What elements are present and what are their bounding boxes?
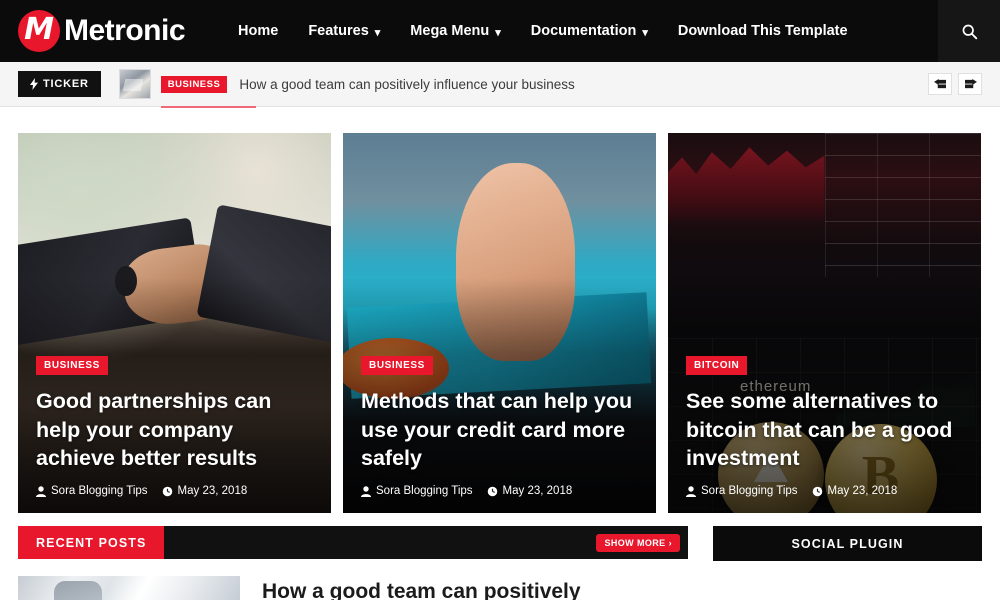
clock-icon <box>162 486 172 496</box>
show-more-label: SHOW MORE <box>604 537 666 548</box>
clock-icon <box>812 486 822 496</box>
lightning-bolt-icon <box>30 78 38 90</box>
featured-card-1[interactable]: BUSINESS Good partnerships can help your… <box>18 133 331 513</box>
post-date: May 23, 2018 <box>827 485 898 497</box>
ticker-prev-button[interactable] <box>928 73 952 95</box>
nav-item-label: Documentation <box>530 23 637 39</box>
chevron-right-icon: › <box>668 537 672 548</box>
featured-card-body: BITCOIN See some alternatives to bitcoin… <box>668 355 981 513</box>
ticker-thumbnail <box>118 69 151 99</box>
chevron-down-icon: ▾ <box>495 26 501 39</box>
social-plugin-widget-header: SOCIAL PLUGIN <box>713 526 982 561</box>
logo-text: Metronic <box>64 14 186 47</box>
main-navigation: Home Features ▾ Mega Menu ▾ Documentatio… <box>223 0 863 62</box>
logo-mark-icon: M <box>18 10 60 52</box>
featured-card-3[interactable]: ethereum BITCOIN See some alternatives t… <box>668 133 981 513</box>
main-column: RECENT POSTS SHOW MORE › How a good team… <box>18 526 688 600</box>
author-name: Sora Blogging Tips <box>376 485 473 497</box>
section-title: RECENT POSTS <box>18 526 165 559</box>
author-name: Sora Blogging Tips <box>51 485 148 497</box>
ticker-navigation <box>928 73 982 95</box>
post-meta: Sora Blogging Tips May 23, 2018 <box>361 485 638 497</box>
chevron-down-icon: ▾ <box>374 26 381 39</box>
nav-item-download-this-template[interactable]: Download This Template <box>663 0 863 62</box>
ticker-headline[interactable]: How a good team can positively influence… <box>239 77 574 92</box>
date-meta: May 23, 2018 <box>162 485 248 497</box>
recent-post-item[interactable]: How a good team can positively <box>18 559 688 600</box>
site-header: M Metronic Home Features ▾ Mega Menu ▾ D… <box>0 0 1000 62</box>
featured-card-body: BUSINESS Methods that can help you use y… <box>343 355 656 513</box>
author-meta: Sora Blogging Tips <box>36 485 148 497</box>
ticker-category-badge[interactable]: BUSINESS <box>160 75 228 93</box>
category-badge[interactable]: BITCOIN <box>686 356 748 376</box>
featured-title[interactable]: Good partnerships can help your company … <box>36 387 313 473</box>
date-meta: May 23, 2018 <box>812 485 898 497</box>
prev-arrow-icon <box>933 78 946 88</box>
logo-mark-letter: M <box>24 12 54 47</box>
author-meta: Sora Blogging Tips <box>686 485 798 497</box>
chevron-down-icon: ▾ <box>642 26 648 39</box>
next-arrow-icon <box>964 78 977 88</box>
featured-title[interactable]: Methods that can help you use your credi… <box>361 387 638 473</box>
nav-item-features[interactable]: Features ▾ <box>293 0 395 62</box>
user-icon <box>361 485 371 497</box>
nav-item-label: Download This Template <box>677 23 848 39</box>
recent-post-title[interactable]: How a good team can positively <box>262 576 581 600</box>
featured-card-2[interactable]: BUSINESS Methods that can help you use y… <box>343 133 656 513</box>
clock-icon <box>487 486 497 496</box>
author-name: Sora Blogging Tips <box>701 485 798 497</box>
ticker-label[interactable]: TICKER <box>18 71 101 97</box>
user-icon <box>36 485 46 497</box>
user-icon <box>686 485 696 497</box>
date-meta: May 23, 2018 <box>487 485 573 497</box>
featured-title[interactable]: See some alternatives to bitcoin that ca… <box>686 387 963 473</box>
search-button[interactable] <box>938 0 1000 62</box>
nav-item-mega-menu[interactable]: Mega Menu ▾ <box>395 0 515 62</box>
post-meta: Sora Blogging Tips May 23, 2018 <box>36 485 313 497</box>
nav-item-home[interactable]: Home <box>223 0 293 62</box>
sidebar-column: SOCIAL PLUGIN <box>713 526 982 600</box>
nav-item-label: Home <box>238 23 279 39</box>
nav-item-documentation[interactable]: Documentation ▾ <box>516 0 663 62</box>
nav-item-label: Features <box>308 23 369 39</box>
author-meta: Sora Blogging Tips <box>361 485 473 497</box>
site-logo[interactable]: M Metronic <box>18 0 186 62</box>
ticker-label-text: TICKER <box>43 78 89 90</box>
ticker-item[interactable]: BUSINESS How a good team can positively … <box>118 69 575 108</box>
post-date: May 23, 2018 <box>177 485 248 497</box>
category-badge[interactable]: BUSINESS <box>361 356 433 376</box>
recent-posts-header: RECENT POSTS SHOW MORE › <box>18 526 688 559</box>
widget-title: SOCIAL PLUGIN <box>791 536 904 551</box>
nav-item-label: Mega Menu <box>410 23 490 39</box>
show-more-button[interactable]: SHOW MORE › <box>596 533 680 552</box>
ticker-next-button[interactable] <box>958 73 982 95</box>
ticker-underline <box>160 106 256 108</box>
recent-post-thumbnail <box>18 576 240 600</box>
post-date: May 23, 2018 <box>502 485 573 497</box>
news-ticker-bar: TICKER BUSINESS How a good team can posi… <box>0 62 1000 108</box>
category-badge[interactable]: BUSINESS <box>36 356 108 376</box>
lower-section: RECENT POSTS SHOW MORE › How a good team… <box>0 513 1000 600</box>
post-meta: Sora Blogging Tips May 23, 2018 <box>686 485 963 497</box>
search-icon <box>962 24 977 39</box>
featured-card-body: BUSINESS Good partnerships can help your… <box>18 355 331 513</box>
featured-posts-grid: BUSINESS Good partnerships can help your… <box>0 107 1000 513</box>
